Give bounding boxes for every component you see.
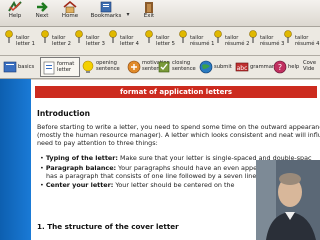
nav-grammar[interactable]: abc grammar xyxy=(234,57,274,77)
bookmarks-button[interactable]: Bookmarks xyxy=(86,1,126,25)
nav-opening-label-b: sentence xyxy=(96,66,120,72)
tailor-letter-5-button[interactable]: tailor letter 5 xyxy=(142,28,178,55)
help-icon xyxy=(8,1,22,12)
main-toolbar: Help Next Home Bookmarks ▾ Exit xyxy=(0,0,320,27)
tailor-letter-1-label-b: letter 1 xyxy=(16,41,35,47)
bullet-term: Center your letter: xyxy=(45,181,114,189)
nav-submit[interactable]: submit xyxy=(198,57,234,77)
tailor-resume-1-button[interactable]: tailor résumé 1 xyxy=(176,28,214,55)
svg-text:abc: abc xyxy=(237,65,248,72)
help-button[interactable]: Help xyxy=(2,1,28,25)
nav-help-label: help xyxy=(288,64,300,70)
book-icon xyxy=(3,61,17,73)
lightbulb-icon xyxy=(82,60,94,73)
pin-icon xyxy=(109,30,117,43)
pin-icon xyxy=(5,30,13,43)
presenter-video xyxy=(256,160,320,240)
tailor-resume-2-button[interactable]: tailor résumé 2 xyxy=(211,28,249,55)
closing-icon xyxy=(158,61,170,73)
next-button[interactable]: Next xyxy=(29,1,55,25)
nav-format-letter[interactable]: format letter xyxy=(40,57,80,77)
intro-heading: Introduction xyxy=(37,109,91,118)
tailor-letter-3-button[interactable]: tailor letter 3 xyxy=(72,28,108,55)
motivation-icon xyxy=(127,60,141,74)
exit-button-label: Exit xyxy=(143,13,155,19)
bullet-term: Paragraph balance: xyxy=(45,164,117,172)
tailor-resume-3-button[interactable]: tailor résumé 3 xyxy=(246,28,284,55)
tailor-letter-1-button[interactable]: tailor letter 1 xyxy=(2,28,40,55)
grammar-icon: abc xyxy=(235,62,249,72)
nav-closing-sentence[interactable]: closing sentence xyxy=(156,57,196,77)
pin-icon xyxy=(75,30,83,43)
nav-grammar-label: grammar xyxy=(250,64,275,70)
intro-line-3: need to pay attention to three things: xyxy=(37,139,158,147)
tailor-letter-2-button[interactable]: tailor letter 2 xyxy=(38,28,74,55)
home-button[interactable]: Home xyxy=(57,1,83,25)
tailor-resume-4-button[interactable]: tailor résumé 4 xyxy=(281,28,319,55)
bookmarks-button-label: Bookmarks xyxy=(90,13,122,19)
pin-icon xyxy=(214,30,222,43)
next-button-label: Next xyxy=(35,13,49,19)
tailor-resume-4-label-b: résumé 4 xyxy=(295,41,320,47)
nav-format-label-b: letter xyxy=(57,67,72,73)
bookmark-icon xyxy=(100,1,112,13)
bookmarks-dropdown[interactable]: ▾ xyxy=(123,1,133,25)
exit-button[interactable]: Exit xyxy=(136,1,162,25)
tailor-letter-5-label-b: letter 5 xyxy=(156,41,175,47)
nav-help[interactable]: ? help xyxy=(272,57,300,77)
section-nav: basics format letter opening sentence moti… xyxy=(0,56,320,79)
nav-opening-sentence[interactable]: opening sentence xyxy=(80,57,126,77)
arrow-right-icon xyxy=(37,2,48,12)
nav-closing-label-b: sentence xyxy=(172,66,196,72)
intro-line-1: Before starting to write a letter, you n… xyxy=(37,123,320,131)
presenter-image xyxy=(256,160,320,240)
pin-icon xyxy=(284,30,292,43)
page-banner: format of application letters xyxy=(35,86,317,98)
pin-icon xyxy=(145,30,153,43)
nav-submit-label: submit xyxy=(214,64,232,70)
home-icon xyxy=(63,1,77,13)
nav-basics[interactable]: basics xyxy=(2,57,42,77)
pin-icon xyxy=(41,30,49,43)
tailor-letter-3-label-b: letter 3 xyxy=(86,41,105,47)
bullet-text: Your letter should be centered on the xyxy=(113,181,235,189)
help-icon: ? xyxy=(273,60,287,74)
tailor-letter-4-button[interactable]: tailor letter 4 xyxy=(106,28,142,55)
pin-icon xyxy=(179,30,187,43)
template-toolbar: tailor letter 1 tailor letter 2 tailor lett… xyxy=(0,27,320,56)
bullet-term: Typing of the letter: xyxy=(45,154,118,162)
intro-line-2: (mostly the human resource manager). A l… xyxy=(37,131,320,139)
tailor-letter-2-label-b: letter 2 xyxy=(52,41,71,47)
intro-paragraph: Before starting to write a letter, you n… xyxy=(37,123,320,147)
nav-right-truncated[interactable]: Cove Vide xyxy=(302,57,320,77)
document-icon xyxy=(43,61,55,75)
nav-basics-label: basics xyxy=(18,64,35,70)
help-button-label: Help xyxy=(8,13,22,19)
home-button-label: Home xyxy=(61,13,79,19)
globe-icon xyxy=(199,60,213,74)
svg-text:?: ? xyxy=(278,63,282,72)
chevron-down-icon: ▾ xyxy=(126,11,130,18)
tailor-letter-4-label-b: letter 4 xyxy=(120,41,139,47)
left-sidebar xyxy=(0,79,31,240)
exit-door-icon xyxy=(145,2,153,13)
nav-right-label-b: Vide xyxy=(303,66,315,72)
section-heading: 1. The structure of the cover letter xyxy=(37,222,179,231)
pin-icon xyxy=(249,30,257,43)
